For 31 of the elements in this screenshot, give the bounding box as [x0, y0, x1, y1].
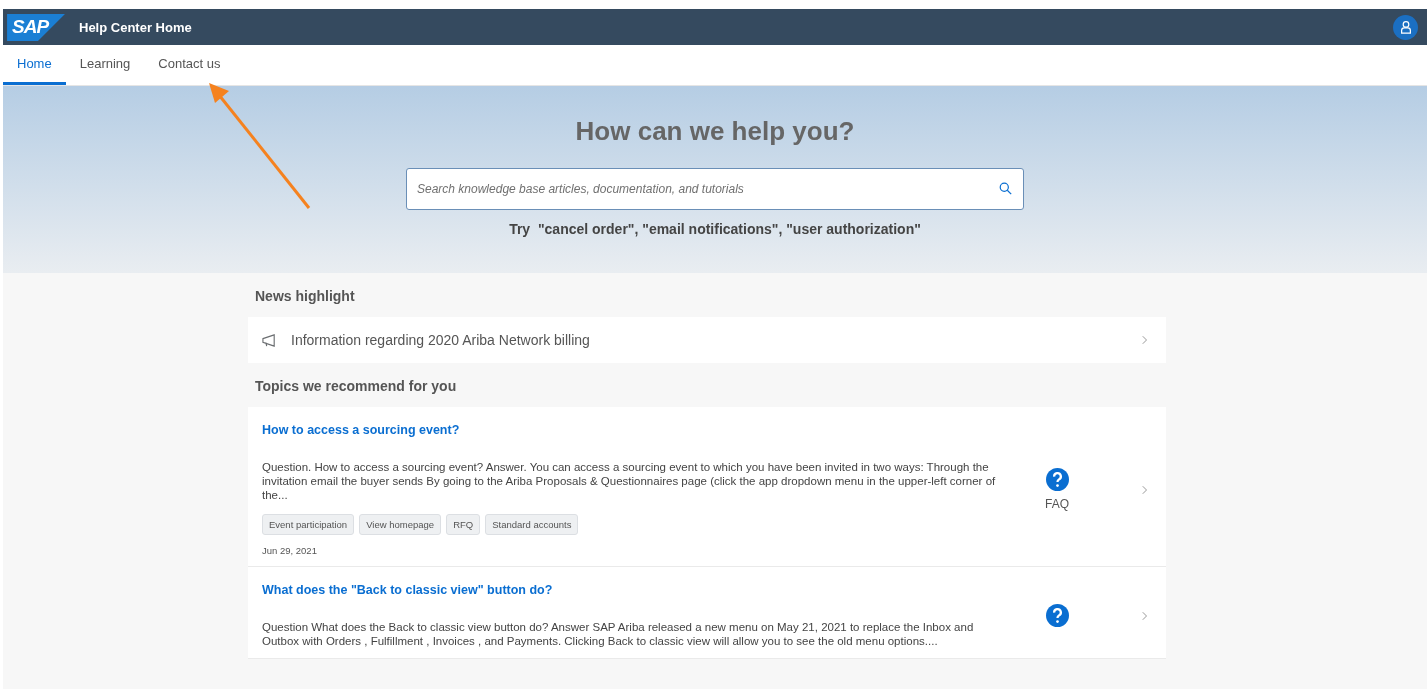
- section-heading: Topics we recommend for you: [254, 377, 458, 396]
- topic-type-label: FAQ: [1045, 497, 1069, 511]
- user-avatar-button[interactable]: [1393, 14, 1418, 40]
- news-item[interactable]: Information regarding 2020 Ariba Network billing: [248, 317, 1166, 363]
- topic-tag[interactable]: Event participation: [262, 514, 355, 535]
- topic-summary: Question. How to access a sourcing event? Answer. You can access a sourcing event to which you have been invited in two ways: Through the invitation email the buyer sends By going to the Ariba Proposals & Questionnaires page (click the app dropdown menu in the upper-left corner of the...: [262, 460, 997, 502]
- search-field[interactable]: Search knowledge base articles, documentation, and tutorials: [406, 168, 1024, 210]
- section-heading: News highlight: [254, 287, 356, 306]
- topic-tag[interactable]: RFQ: [446, 514, 481, 535]
- megaphone-icon: [262, 332, 277, 348]
- search-icon[interactable]: [999, 182, 1012, 195]
- question-icon: [1045, 604, 1069, 627]
- chevron-right-icon: [1142, 335, 1148, 345]
- topic-title-link[interactable]: What does the "Back to classic view" button do?: [262, 583, 553, 597]
- header-title: Help Center Home: [79, 19, 192, 35]
- hero-heading: How can we help you?: [575, 116, 855, 147]
- topic-date: Jun 29, 2021: [262, 545, 317, 556]
- logo-icon[interactable]: [7, 13, 65, 41]
- question-icon: [1045, 468, 1069, 491]
- user-icon: [1398, 20, 1413, 34]
- topic-tag[interactable]: Standard accounts: [485, 514, 579, 535]
- nav-tab[interactable]: Contact us: [144, 45, 235, 85]
- topic-tag[interactable]: View homepage: [359, 514, 442, 535]
- topic-card[interactable]: [248, 567, 1166, 659]
- nav-tab[interactable]: Learning: [65, 45, 145, 85]
- topic-card[interactable]: [248, 407, 1166, 567]
- topic-title-link[interactable]: How to access a sourcing event?: [262, 423, 460, 437]
- topic-summary: Question What does the Back to classic view button do? Answer SAP Ariba released a new menu on May 21, 2021 to replace the Inbox and Outbox with Orders , Fulfillment , Invoices , and Payments. Clicking Back to classic view will allow you to see the old menu options....: [262, 620, 975, 648]
- chevron-right-icon: [1142, 610, 1148, 621]
- search-suggestions: Try "cancel order", "email notifications", "user authorization": [509, 221, 921, 237]
- chevron-right-icon: [1142, 484, 1148, 495]
